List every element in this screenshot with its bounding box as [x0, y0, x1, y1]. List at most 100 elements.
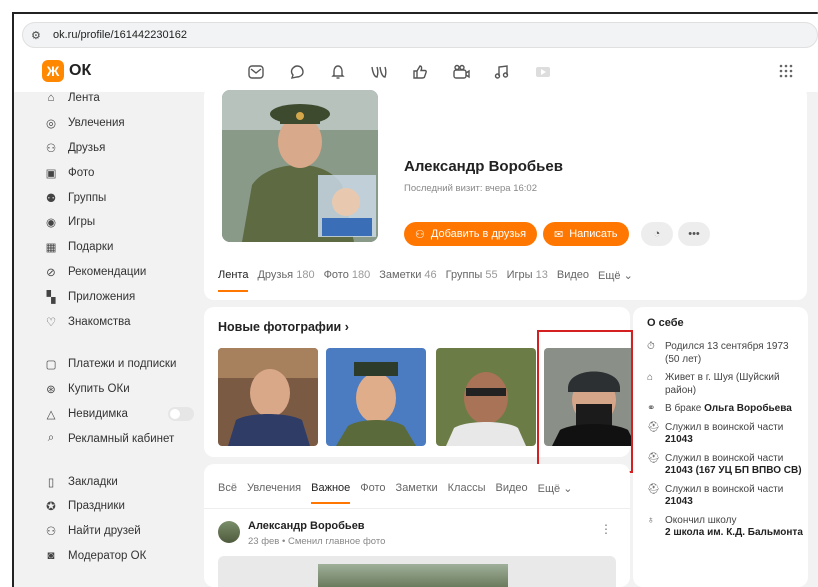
friends-icon: ⚇	[45, 142, 57, 155]
invisible-icon: △	[46, 408, 56, 421]
apps-icon: ▚	[46, 291, 56, 304]
discussions-icon[interactable]	[287, 62, 307, 82]
tab-label: Заметки	[379, 269, 422, 281]
sidebar-item-moderator[interactable]: ◙ Модератор ОК	[44, 544, 204, 569]
recommendations-icon: ⊘	[46, 266, 56, 279]
tab-games[interactable]: Игры 13	[507, 269, 548, 282]
feed-tab-important[interactable]: Важное	[311, 482, 351, 504]
military-unit-link[interactable]: 21043	[665, 496, 693, 507]
sidebar-item-label: Приложения	[68, 290, 136, 303]
birthday-icon: ⏱	[647, 341, 655, 352]
music-icon[interactable]	[492, 62, 512, 82]
sidebar-item-label: Найти друзей	[68, 525, 141, 538]
photo-thumbnail[interactable]	[218, 348, 318, 446]
subscribe-button[interactable]: ◔	[641, 222, 673, 246]
logo-text: ОК	[69, 62, 92, 79]
more-actions-button[interactable]: •••	[678, 222, 710, 246]
tab-notes[interactable]: Заметки 46	[379, 269, 436, 282]
ok-logo[interactable]: Ж ОК	[42, 60, 91, 82]
write-message-button[interactable]: ✉ Написать	[543, 222, 629, 246]
invisible-toggle[interactable]	[168, 406, 194, 421]
sidebar-item-feed[interactable]: ⌂ Лента	[44, 86, 204, 111]
sidebar-item-groups[interactable]: ⚉ Группы	[44, 185, 204, 210]
notifications-icon[interactable]	[328, 62, 348, 82]
post-author-name[interactable]: Александр Воробьев	[248, 520, 365, 532]
holiday-icon: ✪	[46, 501, 56, 514]
tab-label: Фото	[323, 269, 349, 281]
tab-friends[interactable]: Друзья 180	[257, 269, 314, 282]
add-friend-button[interactable]: ⚇ Добавить в друзья	[404, 222, 538, 246]
site-settings-icon[interactable]: ⚙	[31, 29, 47, 42]
sidebar-item-label: Закладки	[68, 475, 118, 488]
served-label: Служил в воинской части	[665, 421, 784, 433]
tab-groups[interactable]: Группы 55	[446, 269, 498, 282]
new-photos-title[interactable]: Новые фотографии ›	[218, 320, 349, 334]
photo-thumbnail[interactable]	[436, 348, 536, 446]
post-author-avatar[interactable]	[218, 521, 240, 543]
sidebar-item-holidays[interactable]: ✪ Праздники	[44, 494, 204, 519]
feed-tab-more[interactable]: Ещё ⌄	[538, 482, 573, 495]
feed-tab-photo[interactable]: Фото	[360, 482, 385, 495]
tab-video[interactable]: Видео	[557, 269, 589, 282]
sidebar-item-recommendations[interactable]: ⊘ Рекомендации	[44, 260, 204, 285]
sidebar-item-ads[interactable]: ⌕ Рекламный кабинет	[44, 426, 204, 451]
tab-count: 180	[351, 269, 371, 281]
sidebar-item-hobbies[interactable]: ◎ Увлечения	[44, 111, 204, 136]
school-link[interactable]: 2 школа им. К.Д. Бальмонта	[665, 527, 803, 538]
highlight-box	[537, 330, 633, 473]
feed-tab-classes[interactable]: Классы	[448, 482, 486, 495]
military-unit-link[interactable]: 21043 (167 УЦ БП ВПВО СВ)	[665, 465, 802, 476]
music-player-icon[interactable]	[533, 62, 553, 82]
feed-tab-video[interactable]: Видео	[495, 482, 527, 495]
sidebar-item-photo[interactable]: ▣ Фото	[44, 160, 204, 185]
sidebar-item-friends[interactable]: ⚇ Друзья	[44, 136, 204, 161]
find-friends-icon: ⚇	[45, 526, 57, 539]
sidebar-item-games[interactable]: ◉ Игры	[44, 210, 204, 235]
tab-label: Ещё	[598, 270, 621, 282]
sidebar-item-payments[interactable]: ▢ Платежи и подписки	[44, 352, 204, 377]
video-icon[interactable]	[451, 62, 471, 82]
sidebar-item-label: Праздники	[68, 500, 125, 513]
tab-more[interactable]: Ещё ⌄	[598, 269, 633, 282]
about-married: ⚭ В браке Ольга Воробьева	[647, 403, 805, 416]
sidebar-item-label: Рекомендации	[68, 265, 147, 278]
sidebar-item-apps[interactable]: ▚ Приложения	[44, 284, 204, 309]
military-unit-link[interactable]: 21043	[665, 434, 693, 445]
home-icon: ⌂	[47, 92, 55, 105]
profile-tabs: Лента Друзья 180 Фото 180 Заметки 46 Гру…	[218, 269, 633, 292]
sidebar-item-label: Лента	[68, 92, 100, 105]
feed-filter-tabs: Всё Увлечения Важное Фото Заметки Классы…	[218, 482, 573, 504]
rss-icon: ◔	[653, 228, 661, 240]
photo-icon: ▣	[45, 167, 57, 180]
feed-tab-notes[interactable]: Заметки	[396, 482, 438, 495]
tab-photo[interactable]: Фото 180	[324, 269, 371, 282]
apps-grid-icon[interactable]	[779, 64, 795, 80]
sidebar-item-gifts[interactable]: ▦ Подарки	[44, 235, 204, 260]
sidebar-item-find-friends[interactable]: ⚇ Найти друзей	[44, 519, 204, 544]
feed-tab-all[interactable]: Всё	[218, 482, 237, 495]
sidebar-item-label: Невидимка	[68, 407, 128, 420]
photo-thumbnail[interactable]	[326, 348, 426, 446]
bookmark-icon: ▯	[47, 476, 55, 489]
profile-avatar[interactable]	[222, 90, 378, 242]
add-friend-label: Добавить в друзья	[430, 228, 527, 240]
messages-icon[interactable]	[246, 62, 266, 82]
sidebar-item-buy-oki[interactable]: ⊛ Купить ОКи	[44, 377, 204, 402]
sidebar-item-bookmarks[interactable]: ▯ Закладки	[44, 469, 204, 494]
feed-tab-hobbies[interactable]: Увлечения	[247, 482, 301, 495]
guests-icon[interactable]	[369, 62, 389, 82]
window-frame-top	[12, 12, 818, 14]
sidebar-item-label: Игры	[68, 216, 96, 229]
add-friend-icon: ⚇	[415, 228, 425, 241]
post-image[interactable]	[218, 556, 616, 587]
tab-label: Друзья	[257, 269, 294, 281]
likes-icon[interactable]	[410, 62, 430, 82]
tab-feed[interactable]: Лента	[218, 269, 249, 292]
address-bar[interactable]: ⚙ ok.ru/profile/161442230162	[22, 22, 818, 48]
spouse-link[interactable]: Ольга Воробьева	[704, 403, 792, 414]
post-menu-icon[interactable]: ⋮	[600, 522, 612, 536]
last-visit: Последний визит: вчера 16:02	[404, 183, 537, 194]
military-cap-icon: ⛑	[647, 452, 660, 464]
sidebar-item-invisible[interactable]: △ Невидимка	[44, 402, 204, 427]
sidebar-item-dating[interactable]: ♡ Знакомства	[44, 309, 204, 334]
